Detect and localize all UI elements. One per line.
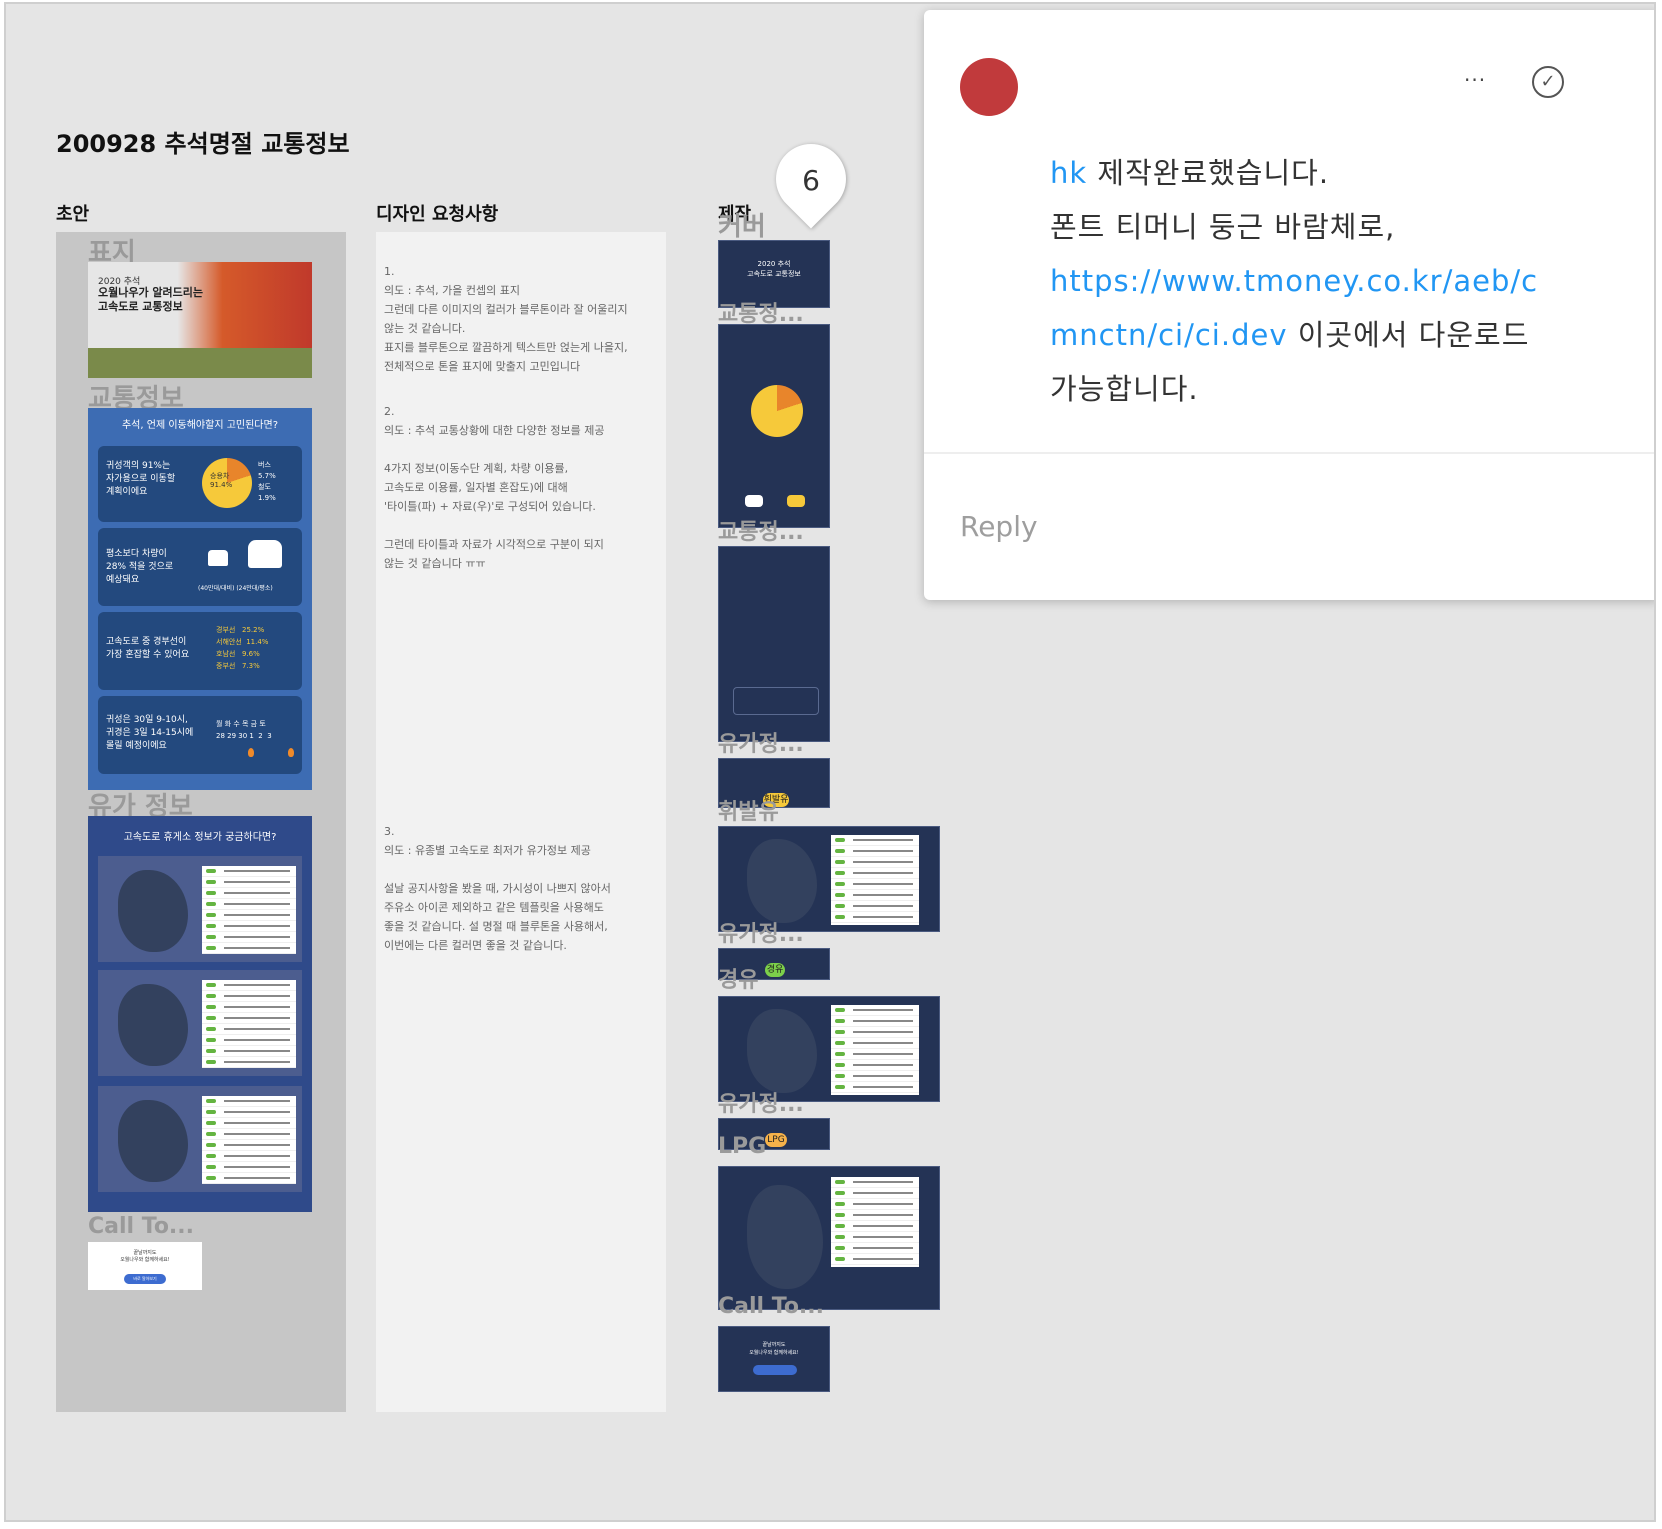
price-list — [202, 980, 296, 1068]
fuel-header: 고속도로 휴게소 정보가 궁금하다면? — [123, 832, 277, 843]
comment-popup: ··· ✓ hk 제작완료했습니다. 폰트 티머니 둥근 바람체로, https… — [924, 10, 1654, 600]
comment-line-1: 제작완료했습니다. — [1087, 156, 1330, 190]
resolve-check-icon[interactable]: ✓ — [1532, 66, 1564, 98]
prod-traffic-thumb-2[interactable] — [718, 546, 830, 742]
card4-text: 귀성은 30일 9-10시, 귀경은 3일 14-15시에 몰릴 예정이에요 — [106, 715, 194, 751]
draft-cover-thumb[interactable]: 2020 추석 오월나우가 알려드리는 고속도로 교통정보 — [88, 262, 312, 378]
prod-cover-title: 2020 추석 고속도로 교통정보 — [747, 260, 801, 278]
page-title: 200928 추석명절 교통정보 — [56, 130, 350, 158]
price-list — [831, 1005, 919, 1095]
layer-label-prod-gasoline[interactable]: 휘발유 — [718, 794, 830, 826]
card2-text: 평소보다 차량이 28% 적을 것으로 예상돼요 — [106, 549, 174, 585]
requests-panel: 1. 의도 : 추석, 가을 컨셉의 표지 그런데 다른 이미지의 컬러가 블루… — [376, 232, 666, 1412]
korea-map — [747, 1009, 817, 1093]
price-list — [831, 1177, 919, 1267]
prod-cta-button — [753, 1365, 797, 1375]
calendar-box — [733, 687, 819, 715]
request-note-3: 3. 의도 : 유종별 고속도로 최저가 유가정보 제공 설날 공지사항을 봤을… — [384, 825, 611, 952]
card1-pie-label: 승용차 91.4% — [210, 472, 233, 489]
comment-pin-number: 6 — [802, 164, 820, 197]
reply-input[interactable]: Reply — [960, 510, 1038, 543]
prod-traffic-thumb-1[interactable] — [718, 324, 830, 528]
car-small-icon — [208, 550, 228, 566]
pie-chart — [751, 385, 803, 437]
layer-label-prod-fuel-1[interactable]: 유가정... — [718, 726, 830, 758]
fire-icon — [288, 748, 294, 757]
card4-days: 월 화 수 목 금 토 28 29 30 1 2 3 — [216, 720, 272, 740]
comment-line-2: 폰트 티머니 둥근 바람체로, — [1050, 210, 1396, 244]
price-list — [831, 835, 919, 925]
draft-cta-thumb[interactable]: 끝날까지도 오월나우와 함께하세요! 바로 알아보기 — [88, 1242, 202, 1290]
card1-text: 귀성객의 91%는 자가용으로 이동할 계획이에요 — [106, 461, 176, 497]
layer-label-prod-fuel-3[interactable]: 유가정... — [718, 1086, 830, 1118]
traffic-card-3: 고속도로 중 경부선이 가장 혼잡할 수 있어요 경부선 25.2% 서해안선 … — [98, 612, 302, 690]
canvas: 200928 추석명절 교통정보 초안 디자인 요청사항 제작 표지 2020 … — [4, 2, 1656, 1522]
traffic-header: 추석, 언제 이동해야할지 고민된다면? — [121, 420, 279, 431]
layer-label-cta[interactable]: Call To... — [88, 1214, 194, 1239]
korea-map — [118, 870, 188, 952]
divider — [924, 452, 1654, 454]
card3-list: 경부선 25.2% 서해안선 11.4% 호남선 9.6% 중부선 7.3% — [216, 626, 269, 670]
layer-label-prod-cta[interactable]: Call To... — [718, 1294, 830, 1319]
column-header-requests: 디자인 요청사항 — [376, 204, 499, 225]
mention-link[interactable]: hk — [1050, 156, 1087, 190]
fire-icon — [248, 748, 254, 757]
traffic-card-2: 평소보다 차량이 28% 적을 것으로 예상돼요 (40만대/대비) (24만대… — [98, 528, 302, 606]
cover-headline: 오월나우가 알려드리는 고속도로 교통정보 — [98, 286, 204, 313]
fuel-map-card — [98, 970, 302, 1076]
more-options-icon[interactable]: ··· — [1464, 68, 1486, 92]
traffic-card-1: 귀성객의 91%는 자가용으로 이동할 계획이에요 승용차 91.4% 버스 5… — [98, 446, 302, 522]
cover-photo-ground — [88, 348, 312, 378]
car-large-icon — [787, 495, 805, 507]
request-note-2: 2. 의도 : 추석 교통상황에 대한 다양한 정보를 제공 4가지 정보(이동… — [384, 405, 605, 570]
prod-cta-thumb[interactable]: 끝날까지도 오월나우와 함께하세요! — [718, 1326, 830, 1392]
price-list — [202, 866, 296, 954]
fuel-map-card — [98, 856, 302, 962]
car-small-icon — [745, 495, 763, 507]
card1-side: 버스 5.7% 철도 1.9% — [258, 461, 276, 502]
price-list — [202, 1096, 296, 1184]
comment-body: hk 제작완료했습니다. 폰트 티머니 둥근 바람체로, https://www… — [1050, 146, 1550, 416]
avatar — [960, 58, 1018, 116]
layer-label-prod-diesel[interactable]: 경유 — [718, 962, 830, 994]
layer-label-prod-cover[interactable]: 커버 — [718, 206, 798, 243]
korea-map — [118, 1100, 188, 1182]
prod-lpg-map[interactable] — [718, 1166, 940, 1310]
card2-labels: (40만대/대비) (24만대/평소) — [198, 585, 273, 592]
cta-button: 바로 알아보기 — [124, 1274, 166, 1284]
prod-cta-text: 끝날까지도 오월나우와 함께하세요! — [749, 1342, 799, 1356]
draft-traffic-thumb[interactable]: 추석, 언제 이동해야할지 고민된다면? 귀성객의 91%는 자가용으로 이동할… — [88, 408, 312, 790]
korea-map — [747, 1185, 823, 1289]
car-large-icon — [248, 540, 282, 568]
column-header-draft: 초안 — [56, 204, 90, 225]
traffic-card-4: 귀성은 30일 9-10시, 귀경은 3일 14-15시에 몰릴 예정이에요 월… — [98, 696, 302, 774]
layer-label-prod-fuel-2[interactable]: 유가정... — [718, 916, 830, 948]
fuel-map-card — [98, 1086, 302, 1192]
draft-panel: 표지 2020 추석 오월나우가 알려드리는 고속도로 교통정보 교통정보 추석… — [56, 232, 346, 1412]
korea-map — [747, 839, 817, 923]
cta-text: 끝날까지도 오월나우와 함께하세요! — [120, 1250, 170, 1263]
layer-label-prod-lpg[interactable]: LPG — [718, 1134, 830, 1159]
card3-text: 고속도로 중 경부선이 가장 혼잡할 수 있어요 — [106, 637, 190, 660]
korea-map — [118, 984, 188, 1066]
layer-label-prod-traffic-2[interactable]: 교통정... — [718, 514, 830, 546]
draft-fuel-thumb[interactable]: 고속도로 휴게소 정보가 궁금하다면? — [88, 816, 312, 1212]
request-note-1: 1. 의도 : 추석, 가을 컨셉의 표지 그런데 다른 이미지의 컬러가 블루… — [384, 265, 628, 373]
